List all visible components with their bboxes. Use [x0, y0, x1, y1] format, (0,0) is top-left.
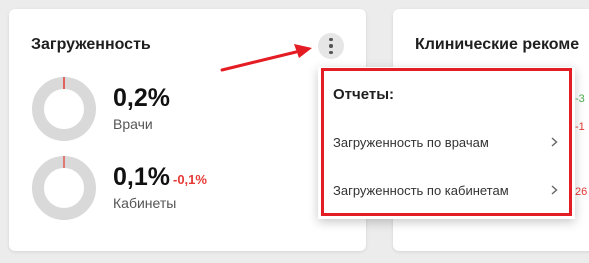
annotation-arrow-icon	[220, 44, 312, 72]
